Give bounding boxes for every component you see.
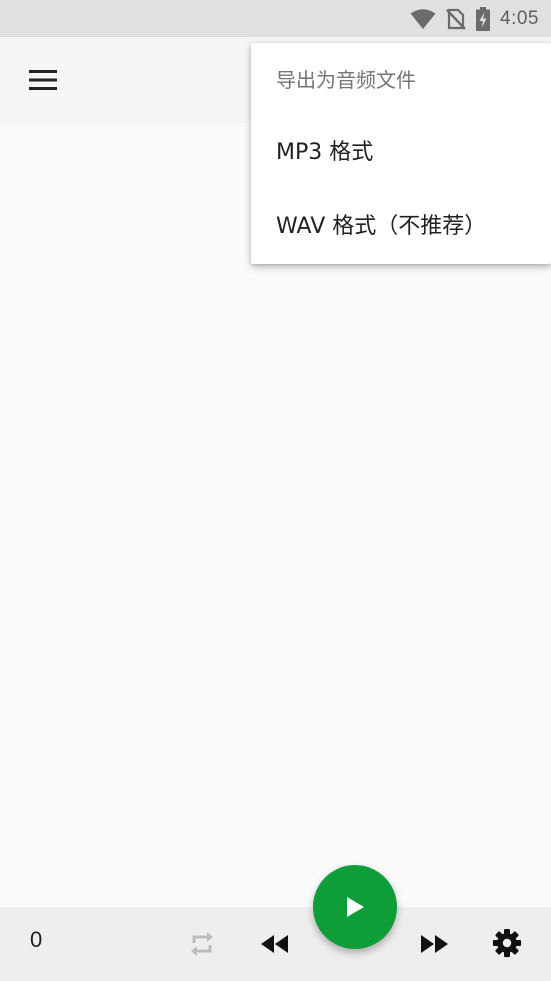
bottom-bar: 0 (0, 907, 551, 981)
settings-button[interactable] (492, 928, 522, 958)
fast-forward-button[interactable] (420, 929, 450, 959)
status-time: 4:05 (500, 7, 539, 29)
repeat-button[interactable] (187, 929, 217, 959)
no-sim-icon (446, 8, 466, 30)
fast-forward-icon (421, 935, 448, 953)
rewind-button[interactable] (259, 929, 289, 959)
menu-header: 导出为音频文件 (276, 68, 416, 92)
gear-icon (492, 928, 522, 958)
status-icons: 4:05 (410, 0, 539, 37)
play-icon (347, 897, 364, 917)
export-audio-menu: 导出为音频文件 MP3 格式 WAV 格式（不推荐） (251, 43, 551, 264)
battery-charging-icon (476, 6, 491, 31)
counter-label: 0 (30, 927, 43, 952)
status-bar: 4:05 (0, 0, 551, 37)
menu-item-wav[interactable]: WAV 格式（不推荐） (276, 207, 486, 247)
menu-item-mp3[interactable]: MP3 格式 (276, 133, 373, 173)
rewind-icon (261, 935, 288, 953)
wifi-icon (410, 8, 436, 29)
hamburger-menu-icon[interactable] (29, 69, 57, 91)
repeat-icon (191, 932, 213, 956)
play-button[interactable] (313, 865, 397, 949)
